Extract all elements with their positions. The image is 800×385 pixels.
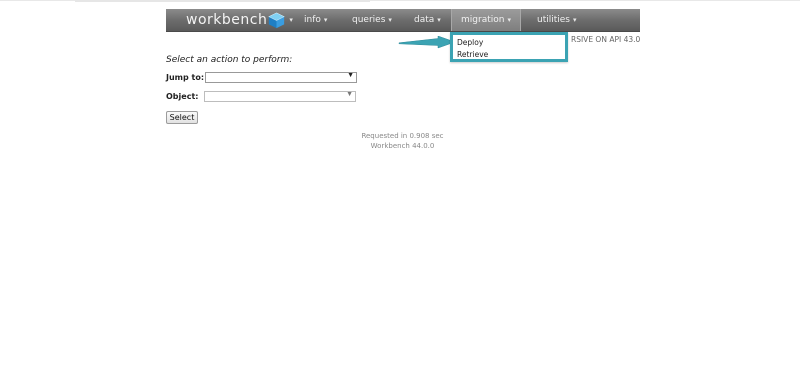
menu-item-retrieve[interactable]: Retrieve (457, 50, 488, 59)
chevron-down-icon: ▾ (507, 16, 511, 24)
nav-queries-label: queries (352, 15, 386, 25)
nav-info[interactable]: info ▾ (304, 9, 327, 31)
chevron-down-icon: ▾ (388, 16, 392, 24)
nav-migration[interactable]: migration ▾ (451, 9, 521, 31)
migration-dropdown-menu: Deploy Retrieve (450, 32, 568, 62)
nav-data-label: data (414, 15, 435, 25)
workbench-version: Workbench 44.0.0 (370, 142, 435, 150)
nav-utilities[interactable]: utilities ▾ (537, 9, 577, 31)
chevron-down-icon: ▾ (289, 16, 294, 24)
api-version-info: RSIVE ON API 43.0 (571, 35, 640, 44)
browser-edge-shadow (75, 0, 370, 2)
logo-text: workbench (186, 12, 268, 28)
chevron-down-icon: ▾ (437, 16, 441, 24)
nav-queries[interactable]: queries ▾ (352, 9, 392, 31)
jump-to-label: Jump to: (166, 73, 205, 82)
action-prompt: Select an action to perform: (166, 55, 293, 65)
dropdown-arrow-icon: ▼ (346, 91, 353, 98)
navbar: workbench ▾ info ▾ queries ▾ data ▾ migr… (166, 9, 640, 32)
nav-data[interactable]: data ▾ (414, 9, 441, 31)
object-select[interactable]: ▼ (204, 91, 356, 102)
menu-item-deploy[interactable]: Deploy (457, 38, 483, 47)
pointer-arrow-icon (398, 36, 456, 49)
select-button[interactable]: Select (166, 111, 198, 124)
chevron-down-icon: ▾ (323, 16, 328, 24)
object-label: Object: (166, 92, 199, 101)
request-time: Requested in 0.908 sec (361, 132, 444, 140)
dropdown-arrow-icon: ▼ (347, 72, 354, 79)
nav-utilities-label: utilities (537, 15, 570, 25)
chevron-down-icon: ▾ (573, 16, 577, 24)
nav-info-label: info (304, 15, 321, 25)
jump-to-select[interactable]: ▼ (205, 72, 357, 83)
workbench-logo[interactable]: workbench ▾ (186, 11, 293, 29)
nav-migration-label: migration (461, 15, 505, 25)
cube-icon (268, 12, 286, 28)
